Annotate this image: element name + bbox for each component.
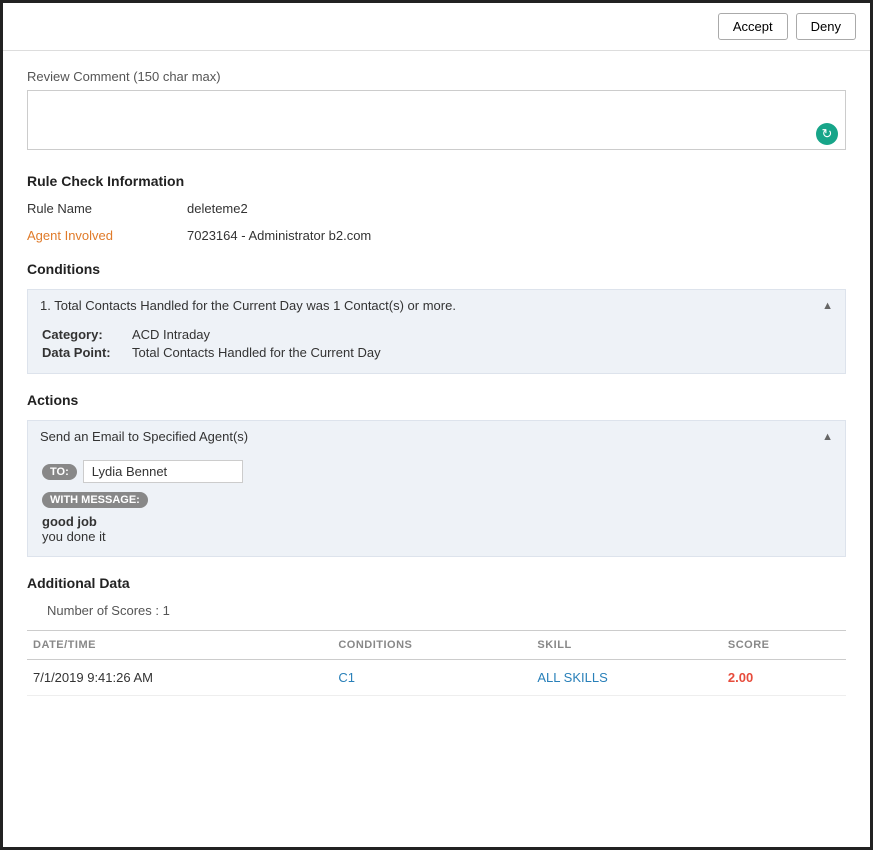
agent-label: Agent Involved [27, 228, 187, 243]
accept-button[interactable]: Accept [718, 13, 788, 40]
data-table: DATE/TIME CONDITIONS SKILL SCORE 7/1/201… [27, 630, 846, 696]
action-collapse-icon[interactable]: ▲ [822, 431, 833, 443]
cell-score: 2.00 [722, 660, 846, 696]
datapoint-label: Data Point: [42, 345, 132, 360]
action-body: TO: Lydia Bennet WITH MESSAGE: good job … [28, 452, 845, 556]
table-header-row: DATE/TIME CONDITIONS SKILL SCORE [27, 631, 846, 660]
additional-data-title: Additional Data [27, 575, 846, 591]
agent-value: 7023164 - Administrator b2.com [187, 228, 371, 243]
rule-check-section: Rule Check Information Rule Name deletem… [27, 173, 846, 243]
rule-name-value: deleteme2 [187, 201, 248, 216]
rule-name-row: Rule Name deleteme2 [27, 201, 846, 216]
category-label: Category: [42, 327, 132, 342]
cell-datetime: 7/1/2019 9:41:26 AM [27, 660, 332, 696]
col-datetime: DATE/TIME [27, 631, 332, 660]
score-count: Number of Scores : 1 [27, 603, 846, 618]
action-item: Send an Email to Specified Agent(s) ▲ TO… [27, 420, 846, 557]
condition-header: 1. Total Contacts Handled for the Curren… [28, 290, 845, 321]
review-comment-label: Review Comment (150 char max) [27, 69, 846, 84]
col-skill: SKILL [531, 631, 722, 660]
rule-check-title: Rule Check Information [27, 173, 846, 189]
action-header-text: Send an Email to Specified Agent(s) [40, 429, 248, 444]
refresh-icon[interactable]: ↻ [816, 123, 838, 145]
col-conditions: CONDITIONS [332, 631, 531, 660]
actions-section: Actions Send an Email to Specified Agent… [27, 392, 846, 557]
message-line1: good job [42, 514, 831, 529]
col-score: SCORE [722, 631, 846, 660]
category-row: Category: ACD Intraday [42, 327, 831, 342]
review-comment-section: Review Comment (150 char max) ↻ [27, 69, 846, 153]
to-tag: TO: [42, 464, 77, 480]
datapoint-value: Total Contacts Handled for the Current D… [132, 345, 381, 360]
condition-header-text: 1. Total Contacts Handled for the Curren… [40, 298, 456, 313]
message-tag-row: WITH MESSAGE: [42, 491, 831, 508]
to-row: TO: Lydia Bennet [42, 460, 831, 483]
conditions-link[interactable]: C1 [338, 670, 355, 685]
table-row: 7/1/2019 9:41:26 AM C1 ALL SKILLS 2.00 [27, 660, 846, 696]
message-line2: you done it [42, 529, 831, 544]
additional-data-section: Additional Data Number of Scores : 1 DAT… [27, 575, 846, 696]
rule-name-label: Rule Name [27, 201, 187, 216]
score-value: 2.00 [728, 670, 753, 685]
conditions-title: Conditions [27, 261, 846, 277]
datapoint-row: Data Point: Total Contacts Handled for t… [42, 345, 831, 360]
deny-button[interactable]: Deny [796, 13, 856, 40]
cell-conditions: C1 [332, 660, 531, 696]
action-header: Send an Email to Specified Agent(s) ▲ [28, 421, 845, 452]
cell-skill: ALL SKILLS [531, 660, 722, 696]
category-value: ACD Intraday [132, 327, 210, 342]
message-body: good job you done it [42, 514, 831, 544]
main-content: Review Comment (150 char max) ↻ Rule Che… [3, 51, 870, 732]
message-tag: WITH MESSAGE: [42, 492, 148, 508]
top-bar: Accept Deny [3, 3, 870, 51]
condition-item: 1. Total Contacts Handled for the Curren… [27, 289, 846, 374]
actions-title: Actions [27, 392, 846, 408]
to-value: Lydia Bennet [83, 460, 243, 483]
conditions-section: Conditions 1. Total Contacts Handled for… [27, 261, 846, 374]
agent-row: Agent Involved 7023164 - Administrator b… [27, 228, 846, 243]
condition-details: Category: ACD Intraday Data Point: Total… [28, 321, 845, 373]
skill-link[interactable]: ALL SKILLS [537, 670, 607, 685]
collapse-icon[interactable]: ▲ [822, 300, 833, 312]
review-comment-input[interactable] [27, 90, 846, 150]
